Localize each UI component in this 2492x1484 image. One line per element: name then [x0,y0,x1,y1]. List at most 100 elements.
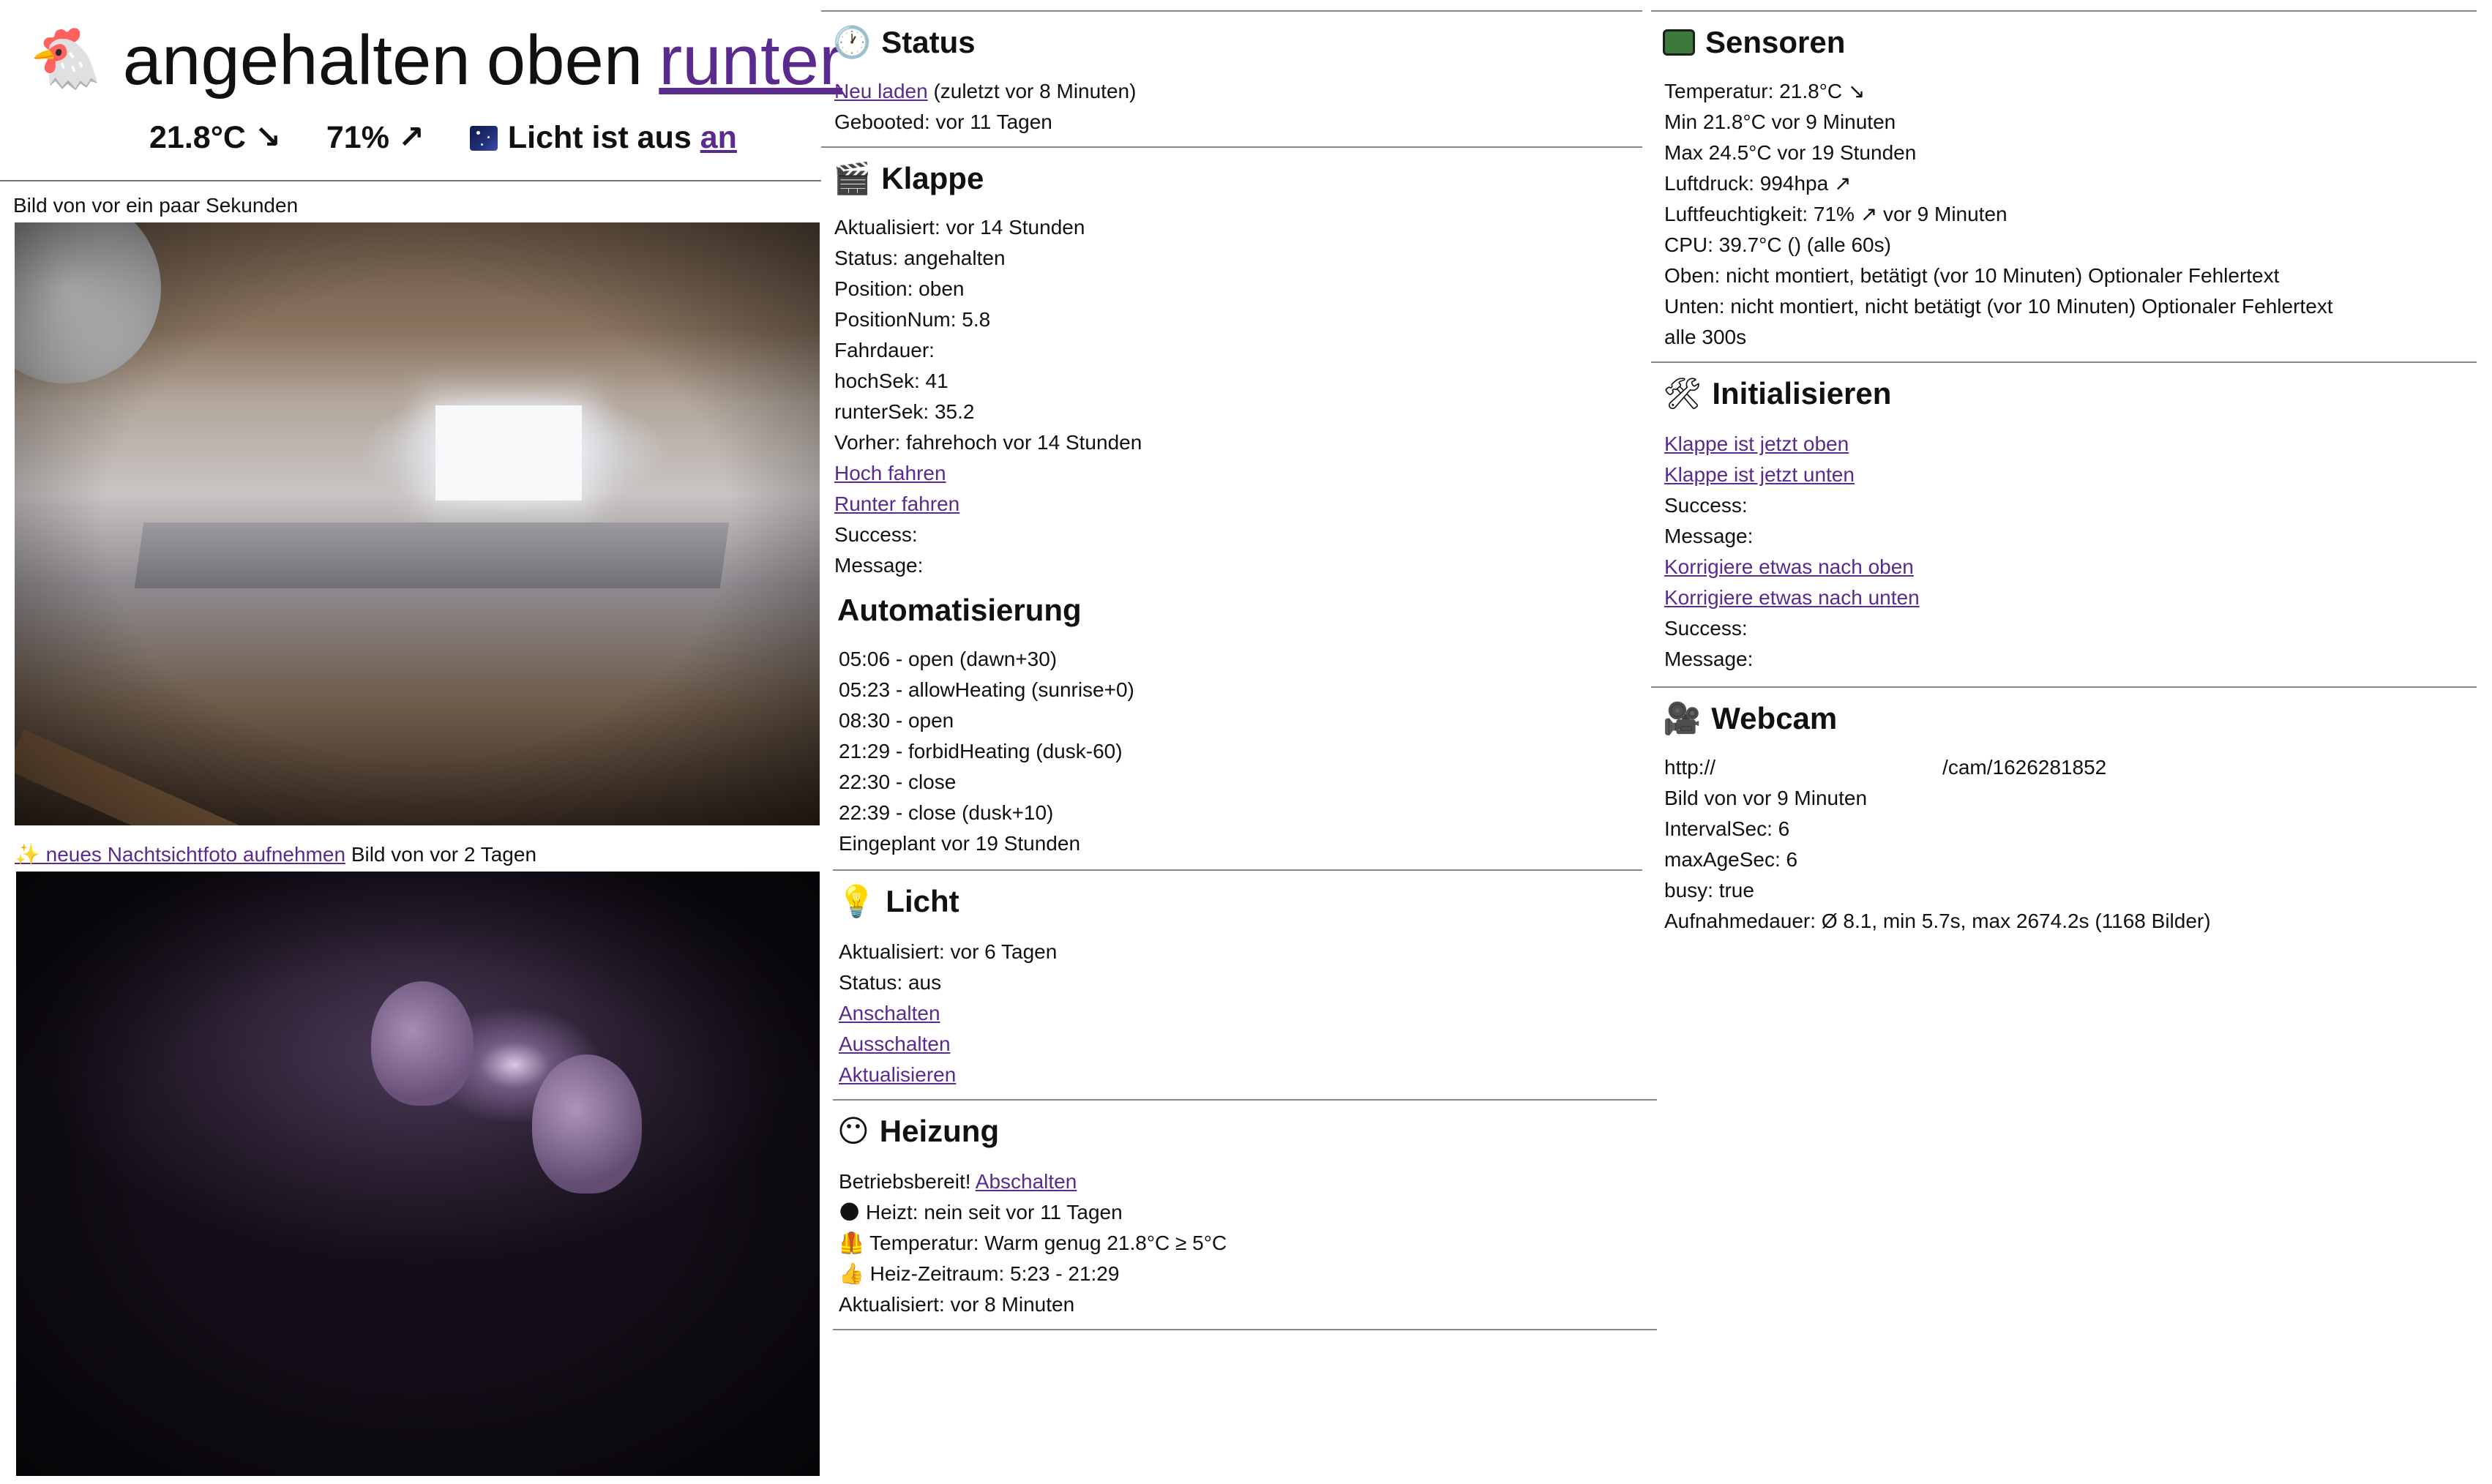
klappe-previous: Vorher: fahrehoch vor 14 Stunden [834,431,1142,454]
webcam-heading: 🎥 Webcam [1663,700,1838,736]
divider [1651,686,2477,688]
booted-text: Gebooted: vor 11 Tagen [834,110,1052,133]
status-lines: Neu laden (zuletzt vor 8 Minuten) Geboot… [834,76,1136,138]
reload-note: (zuletzt vor 8 Minuten) [933,80,1137,102]
header-stats: 21.8°C ↘ 71% ↗ Licht ist aus an [149,116,737,160]
light-status-text: Licht ist aus [507,120,692,155]
automation-heading: Automatisierung [837,593,1082,627]
header-divider [0,180,821,181]
klappe-position-num: PositionNum: 5.8 [834,308,991,331]
heizung-updated: Aktualisiert: vor 8 Minuten [839,1293,1075,1316]
klappe-runter-sek: runterSek: 35.2 [834,400,975,423]
divider [821,146,1642,148]
status-heading: 🕐 Status [833,24,976,60]
sensoren-heading: Sensoren [1663,22,1845,63]
heizung-temperature: 🦺 Temperatur: Warm genug 21.8°C ≥ 5°C [839,1232,1227,1254]
klappe-fahrdauer: Fahrdauer: [834,339,935,361]
sensor-min: Min 21.8°C vor 9 Minuten [1664,110,1896,133]
licht-heading: 💡 Licht [837,883,959,919]
klappe-updated: Aktualisiert: vor 14 Stunden [834,216,1085,239]
webcam-day-image [15,222,820,825]
klappe-position: Position: oben [834,277,965,300]
klappe-hoch-sek: hochSek: 41 [834,370,948,392]
divider [1651,10,2477,12]
divider [833,1329,1657,1330]
webcam-busy: busy: true [1664,879,1754,902]
licht-updated: Aktualisiert: vor 6 Tagen [839,940,1058,963]
licht-status: Status: aus [839,971,942,994]
heizung-period: 👍 Heiz-Zeitraum: 5:23 - 21:29 [839,1262,1120,1285]
reload-link[interactable]: Neu laden [834,80,928,102]
correct-success: Success: [1664,617,1748,640]
sensor-temperature: Temperatur: 21.8°C ↘ [1664,80,1866,102]
webcam-url: http:///cam/1626281852 [1664,756,2107,779]
schedule-item: 05:23 - allowHeating (sunrise+0) [839,678,1134,701]
heizung-heading: 😶 Heizung [837,1113,1000,1149]
heizung-lines: Betriebsbereit! Abschalten 🌑 Heizt: nein… [839,1166,1227,1320]
night-photo-caption: Bild von vor 2 Tagen [351,843,537,866]
door-is-bottom-link[interactable]: Klappe ist jetzt unten [1664,463,1855,486]
door-position: oben [486,21,643,100]
light-turn-on-link[interactable]: Anschalten [839,1002,940,1024]
webcam-interval: IntervalSec: 6 [1664,817,1790,840]
sensor-bottom-switch: Unten: nicht montiert, nicht betätigt (v… [1664,295,2333,318]
init-success: Success: [1664,494,1748,517]
night-photo-caption-row: ✨ neues Nachtsichtfoto aufnehmen Bild vo… [15,841,536,869]
sensor-pressure: Luftdruck: 994hpa ↗ [1664,172,1852,195]
light-on-link[interactable]: an [700,120,737,155]
heating-off-link[interactable]: Abschalten [976,1170,1077,1193]
move-up-link[interactable]: Hoch fahren [834,462,946,484]
chicken-icon: 🐔 [29,24,102,92]
divider [833,869,1642,871]
day-photo-caption: Bild von vor ein paar Sekunden [13,194,299,217]
sensor-board-icon [1663,29,1695,56]
correct-down-link[interactable]: Korrigiere etwas nach unten [1664,586,1920,609]
initialisieren-heading: 🛠 Initialisieren [1663,375,1892,411]
heizung-ready: Betriebsbereit! [839,1170,971,1193]
light-bulb-icon: 💡 [837,883,876,919]
klappe-lines: Aktualisiert: vor 14 Stunden Status: ang… [834,212,1142,581]
sensor-interval: alle 300s [1664,326,1747,348]
video-camera-icon: 🎥 [1663,700,1702,736]
schedule-item: 21:29 - forbidHeating (dusk-60) [839,740,1123,762]
header-humidity: 71% ↗ [326,120,424,155]
sensor-max: Max 24.5°C vor 19 Stunden [1664,141,1917,164]
divider [821,10,1642,12]
move-down-link[interactable]: runter [659,21,842,100]
webcam-lines: http:///cam/1626281852 Bild von vor 9 Mi… [1664,752,2211,937]
sensor-humidity: Luftfeuchtigkeit: 71% ↗ vor 9 Minuten [1664,203,2008,225]
schedule-item: 08:30 - open [839,709,954,732]
door-state: angehalten [122,21,471,100]
klappe-heading: 🎬 Klappe [833,160,984,196]
divider [1651,361,2477,363]
clapperboard-icon: 🎬 [833,160,872,196]
webcam-max-age: maxAgeSec: 6 [1664,848,1798,871]
initialisieren-lines: Klappe ist jetzt oben Klappe ist jetzt u… [1664,429,1920,675]
door-is-top-link[interactable]: Klappe ist jetzt oben [1664,432,1849,455]
light-refresh-link[interactable]: Aktualisieren [839,1063,956,1086]
webcam-night-image [16,872,820,1476]
licht-lines: Aktualisiert: vor 6 Tagen Status: aus An… [839,937,1057,1090]
init-message: Message: [1664,525,1754,547]
schedule-item: 22:39 - close (dusk+10) [839,801,1054,824]
webcam-capture-duration: Aufnahmedauer: Ø 8.1, min 5.7s, max 2674… [1664,910,2211,932]
sensoren-lines: Temperatur: 21.8°C ↘ Min 21.8°C vor 9 Mi… [1664,76,2333,353]
webcam-age: Bild von vor 9 Minuten [1664,787,1868,809]
header-title: 🐔 angehalten oben runter [29,16,842,103]
move-down-action-link[interactable]: Runter fahren [834,492,959,515]
schedule-item: 05:06 - open (dawn+30) [839,648,1058,670]
heizung-heating: 🌑 Heizt: nein seit vor 11 Tagen [839,1201,1123,1223]
divider [833,1099,1657,1101]
clock-icon: 🕐 [833,24,872,60]
klappe-message: Message: [834,554,924,577]
tools-icon: 🛠 [1663,375,1702,411]
klappe-status: Status: angehalten [834,247,1006,269]
light-turn-off-link[interactable]: Ausschalten [839,1033,951,1055]
take-night-photo-link[interactable]: ✨ neues Nachtsichtfoto aufnehmen [15,843,345,866]
sensor-cpu: CPU: 39.7°C () (alle 60s) [1664,233,1891,256]
header-temperature: 21.8°C ↘ [149,120,281,155]
header-light: Licht ist aus an [469,120,737,155]
correct-up-link[interactable]: Korrigiere etwas nach oben [1664,555,1914,578]
klappe-success: Success: [834,523,918,546]
sensor-top-switch: Oben: nicht montiert, betätigt (vor 10 M… [1664,264,2280,287]
